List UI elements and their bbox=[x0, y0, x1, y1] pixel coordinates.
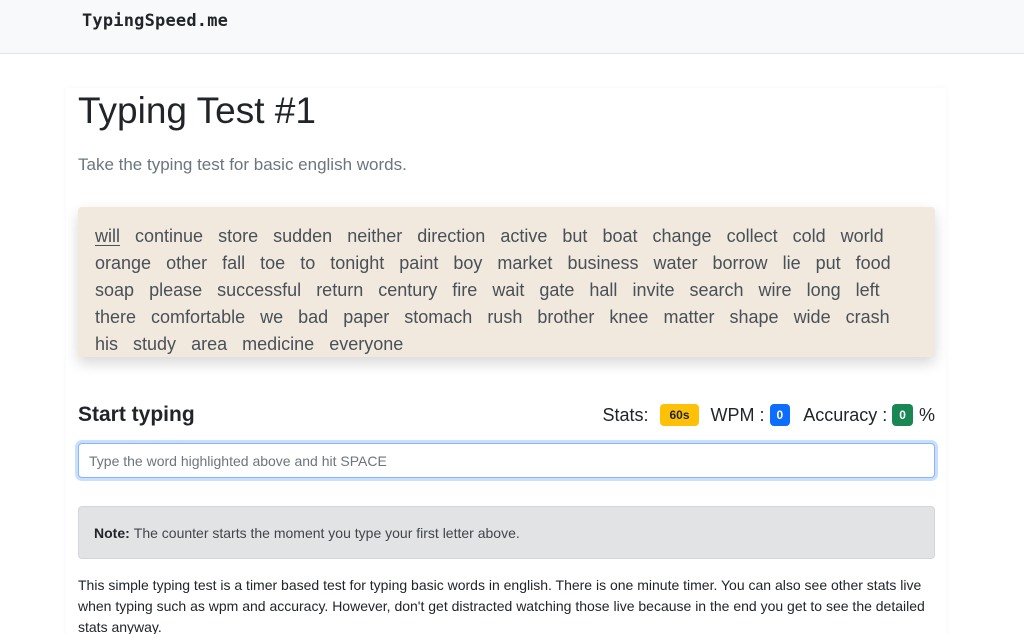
brand-link[interactable]: TypingSpeed.me bbox=[82, 11, 228, 31]
word: please bbox=[149, 280, 203, 300]
word: search bbox=[689, 280, 744, 300]
word: we bbox=[260, 307, 284, 327]
wpm-colon: : bbox=[759, 404, 765, 425]
word: return bbox=[316, 280, 364, 300]
accuracy-unit: % bbox=[918, 404, 935, 425]
note-text: The counter starts the moment you type y… bbox=[133, 524, 520, 541]
word: his bbox=[95, 334, 119, 354]
description-text: This simple typing test is a timer based… bbox=[78, 577, 925, 634]
word: toe bbox=[260, 253, 286, 273]
word: comfortable bbox=[151, 307, 246, 327]
word: but bbox=[562, 226, 588, 246]
word: area bbox=[191, 334, 228, 354]
word: bad bbox=[298, 307, 329, 327]
word: knee bbox=[609, 307, 649, 327]
stats-bar: Stats: 60s WPM : 0 Accuracy : 0 % bbox=[602, 404, 935, 426]
word: to bbox=[300, 253, 316, 273]
word: put bbox=[815, 253, 841, 273]
word: soap bbox=[95, 280, 135, 300]
word: food bbox=[855, 253, 891, 273]
word: fire bbox=[452, 280, 478, 300]
word: borrow bbox=[712, 253, 768, 273]
accuracy-badge: 0 bbox=[892, 404, 913, 426]
word: wide bbox=[793, 307, 831, 327]
word: left bbox=[855, 280, 880, 300]
timer-badge: 60s bbox=[660, 404, 699, 426]
word: wire bbox=[758, 280, 792, 300]
typing-input[interactable] bbox=[78, 443, 935, 478]
page-title: Typing Test #1 bbox=[78, 90, 316, 131]
word: boy bbox=[453, 253, 483, 273]
page-lead: Take the typing test for basic english w… bbox=[78, 155, 407, 174]
word: fall bbox=[222, 253, 246, 273]
word: collect bbox=[726, 226, 778, 246]
word: matter bbox=[663, 307, 715, 327]
word: shape bbox=[729, 307, 779, 327]
word: gate bbox=[539, 280, 575, 300]
word: stomach bbox=[404, 307, 473, 327]
word: sudden bbox=[273, 226, 333, 246]
word: century bbox=[378, 280, 438, 300]
word: water bbox=[653, 253, 698, 273]
word: world bbox=[840, 226, 884, 246]
word: medicine bbox=[242, 334, 315, 354]
note-bold: Note: bbox=[94, 524, 130, 541]
word: study bbox=[133, 334, 177, 354]
word: everyone bbox=[329, 334, 404, 354]
word: successful bbox=[217, 280, 302, 300]
words-box: will continue store sudden neither direc… bbox=[78, 207, 935, 357]
start-typing-label: Start typing bbox=[78, 403, 195, 426]
word: other bbox=[166, 253, 208, 273]
word: paint bbox=[399, 253, 439, 273]
word: rush bbox=[487, 307, 523, 327]
word: boat bbox=[602, 226, 638, 246]
word-list: will continue store sudden neither direc… bbox=[95, 223, 918, 358]
word: there bbox=[95, 307, 137, 327]
accuracy-label: Accuracy bbox=[803, 404, 878, 425]
current-word: will bbox=[95, 226, 120, 246]
word: continue bbox=[135, 226, 204, 246]
word: cold bbox=[792, 226, 826, 246]
stats-label: Stats: bbox=[602, 404, 649, 425]
word: invite bbox=[632, 280, 675, 300]
word: tonight bbox=[330, 253, 385, 273]
word: orange bbox=[95, 253, 152, 273]
navbar: TypingSpeed.me bbox=[0, 0, 1024, 54]
word: lie bbox=[782, 253, 801, 273]
accuracy-colon: : bbox=[882, 404, 888, 425]
word: store bbox=[218, 226, 259, 246]
word: crash bbox=[845, 307, 890, 327]
word: direction bbox=[417, 226, 486, 246]
word: wait bbox=[492, 280, 525, 300]
word: brother bbox=[537, 307, 595, 327]
word: market bbox=[497, 253, 553, 273]
note-alert: Note: The counter starts the moment you … bbox=[78, 506, 935, 559]
word: change bbox=[652, 226, 712, 246]
word: long bbox=[806, 280, 841, 300]
wpm-label: WPM bbox=[710, 404, 755, 425]
word: active bbox=[500, 226, 548, 246]
word: business bbox=[567, 253, 639, 273]
word: neither bbox=[347, 226, 403, 246]
word: paper bbox=[343, 307, 390, 327]
word: hall bbox=[589, 280, 618, 300]
wpm-badge: 0 bbox=[769, 404, 791, 426]
